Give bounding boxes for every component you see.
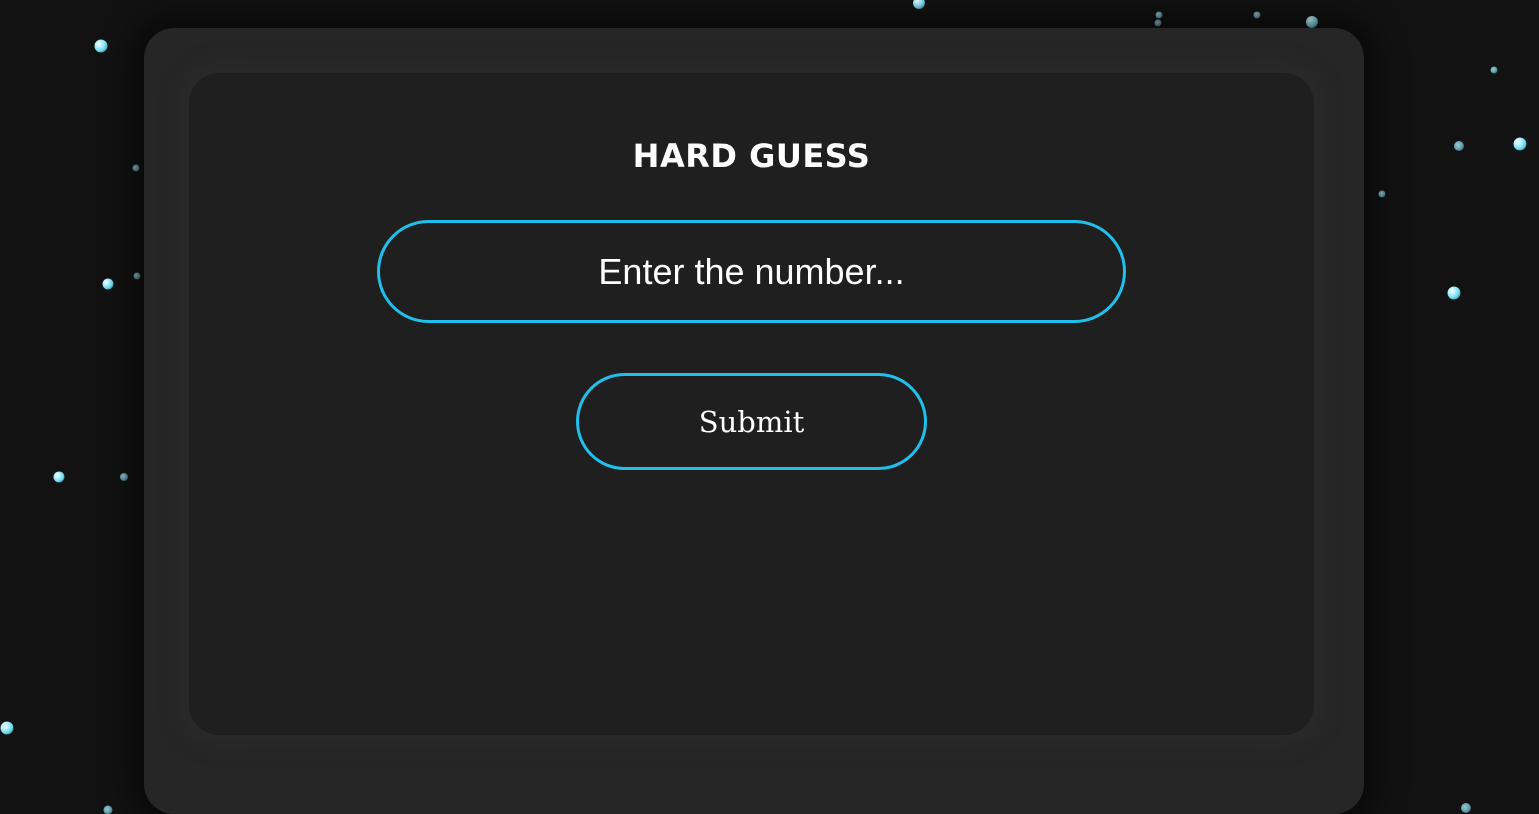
particle-dot — [1461, 803, 1471, 813]
particle-dot — [0, 721, 14, 735]
particle-dot — [103, 805, 113, 814]
particle-dot — [1447, 286, 1461, 300]
particle-dot — [913, 0, 925, 9]
particle-dot — [53, 471, 65, 483]
particle-dot — [120, 473, 128, 481]
particle-dot — [1378, 190, 1386, 198]
particle-dot — [1306, 16, 1318, 28]
particle-dot — [1454, 141, 1464, 151]
particle-dot — [1490, 66, 1498, 74]
guess-card: HARD GUESS Submit — [189, 73, 1314, 735]
particle-dot — [102, 278, 114, 290]
game-title: HARD GUESS — [632, 137, 871, 175]
particle-dot — [1155, 11, 1163, 19]
game-stage: HARD GUESS Submit — [0, 0, 1539, 814]
particle-dot — [94, 39, 108, 53]
number-input[interactable] — [377, 220, 1126, 323]
particle-dot — [1253, 11, 1261, 19]
particle-dot — [133, 272, 141, 280]
outer-frame: HARD GUESS Submit — [144, 28, 1364, 814]
particle-dot — [1154, 19, 1162, 27]
particle-dot — [1513, 137, 1527, 151]
particle-dot — [132, 164, 140, 172]
submit-button[interactable]: Submit — [576, 373, 927, 470]
